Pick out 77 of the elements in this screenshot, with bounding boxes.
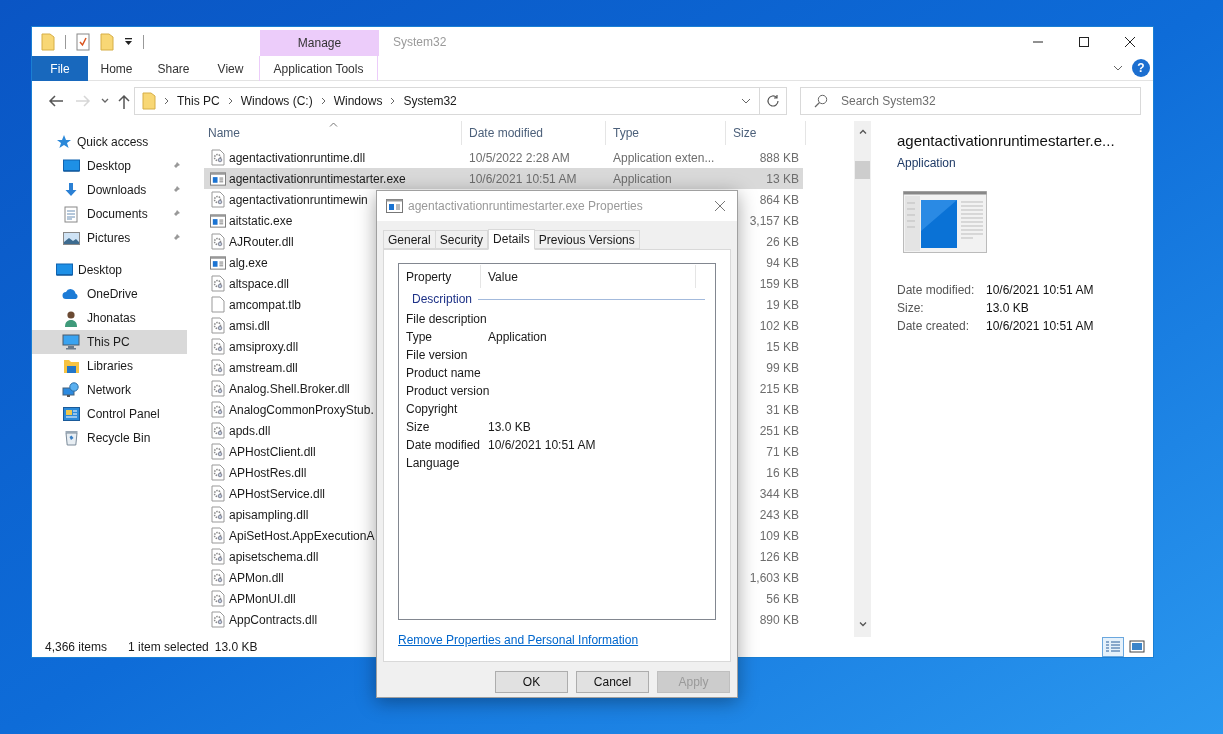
file-name: AJRouter.dll [229,233,294,251]
property-value: 13.0 KB [487,419,531,436]
property-name: Copyright [406,402,458,416]
status-text: 4,366 items [45,639,108,656]
table-cell-text: 102 KB [759,317,799,335]
table-cell: Application [613,171,672,186]
file-name: alg.exe [229,254,268,272]
property-value: Application [487,329,547,346]
property-name: Product version [406,384,490,398]
table-cell-text: 1,603 KB [749,569,799,587]
file-name: agentactivationruntimestarter.exe [229,170,406,188]
table-cell: 10/6/2021 10:51 AM [469,171,577,186]
property-name: File description [406,312,487,326]
dialog-title: agentactivationruntimestarter.exe Properties [408,198,643,215]
file-name: APMonUI.dll [229,590,296,608]
detail-value: 10/6/2021 10:51 AM [986,282,1094,299]
status-text: 13.0 KB [214,639,258,656]
preview-file-name: agentactivationruntimestarter.e... [897,131,1116,151]
detail-value: 10/6/2021 10:51 AM [986,318,1094,335]
table-cell-text: 71 KB [766,443,799,461]
file-name: AppContracts.dll [229,611,318,629]
table-cell-text: 126 KB [759,548,799,566]
detail-label: Size: [897,300,925,317]
property-name: Size [406,420,430,434]
file-name: apisampling.dll [229,506,309,524]
file-name: AnalogCommonProxyStub. [229,401,374,419]
file-name: amsi.dll [229,317,270,335]
table-cell-text: 13 KB [766,170,799,188]
file-name: apds.dll [229,422,271,440]
file-name: APHostRes.dll [229,464,307,482]
file-name: APHostClient.dll [229,443,316,461]
table-cell: Application exten... [613,150,715,165]
file-name: amsiproxy.dll [229,338,299,356]
table-cell-text: 56 KB [766,590,799,608]
table-cell-text: 215 KB [759,380,799,398]
context-tab-header: Manage [260,30,379,56]
table-cell-text: 890 KB [759,611,799,629]
table-cell-text: 159 KB [759,275,799,293]
file-name: agentactivationruntimewin [229,191,368,209]
file-name: APMon.dll [229,569,284,587]
property-name: Product name [406,366,481,380]
table-cell-text: 15 KB [766,338,799,356]
file-name: APHostService.dll [229,485,326,503]
property-value: 10/6/2021 10:51 AM [487,437,596,454]
table-cell-text: 344 KB [759,485,799,503]
group-header: Description [412,291,473,308]
detail-label: Date created: [897,318,971,335]
property-name: Date modified [406,438,481,452]
file-name: agentactivationruntime.dll [229,149,366,167]
preview-file-type: Application [897,155,957,172]
status-text: 1 item selected [128,639,209,656]
property-name: Type [406,330,432,344]
file-name: amstream.dll [229,359,298,377]
file-name: Analog.Shell.Broker.dll [229,380,350,398]
detail-label: Date modified: [897,282,976,299]
table-cell-text: 109 KB [759,527,799,545]
table-cell-text: 94 KB [766,254,799,272]
table-cell-text: 26 KB [766,233,799,251]
table-cell-text: 19 KB [766,296,799,314]
window-title: System32 [393,33,447,51]
table-cell-text: 243 KB [759,506,799,524]
file-name: aitstatic.exe [229,212,293,230]
table-cell: 10/5/2022 2:28 AM [469,150,570,165]
property-name: Language [406,456,460,470]
table-cell-text: 3,157 KB [749,212,799,230]
table-cell-text: 31 KB [766,401,799,419]
table-cell-text: 888 KB [759,149,799,167]
file-name: ApiSetHost.AppExecutionA [229,527,375,545]
table-cell-text: 251 KB [759,422,799,440]
file-name: apisetschema.dll [229,548,319,566]
table-cell-text: 864 KB [759,191,799,209]
detail-value: 13.0 KB [986,300,1029,317]
file-name: amcompat.tlb [229,296,302,314]
table-cell-text: 99 KB [766,359,799,377]
property-name: File version [406,348,468,362]
table-cell-text: 16 KB [766,464,799,482]
file-name: altspace.dll [229,275,290,293]
